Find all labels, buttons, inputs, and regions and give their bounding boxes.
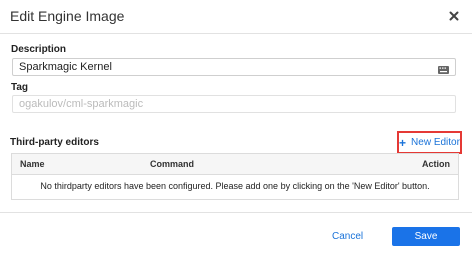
new-editor-label: New Editor: [411, 137, 460, 148]
dialog-footer: Cancel Save: [0, 212, 472, 256]
third-party-editors-label: Third-party editors: [10, 137, 99, 148]
table-header: Name Command Action: [12, 154, 458, 175]
new-editor-button[interactable]: + New Editor: [397, 131, 462, 154]
tag-field[interactable]: ogakulov/cml-sparkmagic: [12, 95, 456, 113]
description-label: Description: [11, 44, 67, 55]
column-header-command: Command: [150, 159, 195, 169]
tag-label: Tag: [11, 82, 29, 93]
editors-table: Name Command Action No thirdparty editor…: [11, 153, 459, 200]
empty-table-message: No thirdparty editors have been configur…: [40, 181, 430, 191]
column-header-name: Name: [20, 159, 45, 169]
keyboard-icon: [438, 63, 449, 74]
tag-value: ogakulov/cml-sparkmagic: [19, 98, 144, 110]
edit-engine-image-dialog: Edit Engine Image Description Sparkmagic…: [0, 0, 472, 255]
plus-icon: +: [399, 135, 407, 150]
save-button[interactable]: Save: [392, 227, 460, 246]
description-field[interactable]: Sparkmagic Kernel: [12, 58, 456, 76]
cancel-button[interactable]: Cancel: [332, 231, 363, 242]
column-header-action: Action: [422, 159, 450, 169]
dialog-header: Edit Engine Image: [0, 0, 472, 34]
close-icon[interactable]: [449, 11, 459, 21]
dialog-title: Edit Engine Image: [10, 8, 125, 24]
description-value: Sparkmagic Kernel: [19, 61, 112, 73]
